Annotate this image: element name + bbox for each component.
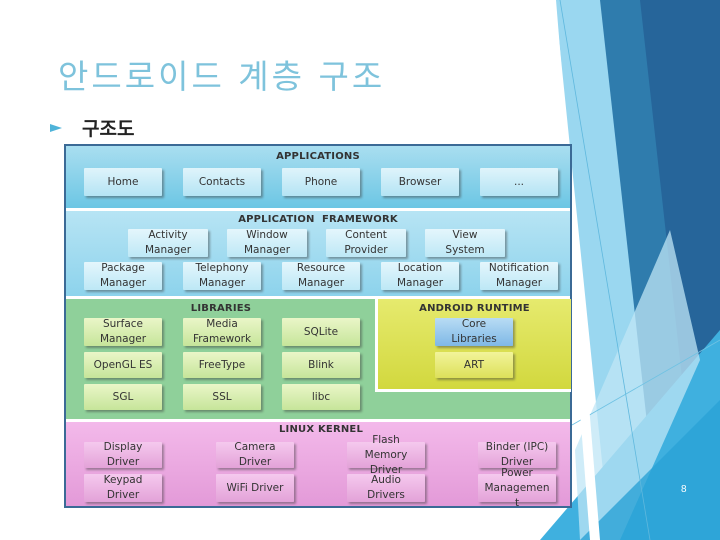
fw-activity-manager: Activity Manager — [128, 229, 208, 257]
application-framework-layer: APPLICATION FRAMEWORK Activity Manager W… — [66, 211, 570, 296]
kernel-binder-ipc-driver: Binder (IPC) Driver — [478, 441, 556, 468]
kernel-power-management: Power Managemen t — [478, 467, 556, 509]
applications-title: APPLICATIONS — [276, 151, 360, 162]
fw-content-provider: Content Provider — [326, 229, 406, 257]
fw-notification-manager: Notification Manager — [480, 262, 558, 290]
android-runtime-layer: ANDROID RUNTIME Core Libraries ART — [375, 299, 571, 392]
fw-resource-manager: Resource Manager — [282, 262, 360, 290]
lib-opengl-es: OpenGL ES — [84, 352, 162, 378]
kernel-flash-memory-driver: Flash Memory Driver — [347, 434, 425, 476]
app-more: ... — [480, 168, 558, 196]
framework-title: APPLICATION FRAMEWORK — [238, 214, 398, 225]
runtime-title: ANDROID RUNTIME — [419, 303, 530, 314]
fw-telephony-manager: Telephony Manager — [183, 262, 261, 290]
lib-ssl: SSL — [183, 384, 261, 410]
runtime-core-libraries: Core Libraries — [435, 318, 513, 346]
app-browser: Browser — [381, 168, 459, 196]
fw-window-manager: Window Manager — [227, 229, 307, 257]
slide-title: 안드로이드 계층 구조 — [58, 57, 386, 96]
android-architecture-diagram: APPLICATIONS Home Contacts Phone Browser… — [64, 144, 572, 509]
lib-freetype: FreeType — [183, 352, 261, 378]
app-home: Home — [84, 168, 162, 196]
lib-libc: libc — [282, 384, 360, 410]
kernel-audio-drivers: Audio Drivers — [347, 474, 425, 502]
kernel-display-driver: Display Driver — [84, 441, 162, 468]
lib-sgl: SGL — [84, 384, 162, 410]
lib-surface-manager: Surface Manager — [84, 318, 162, 346]
kernel-camera-driver: Camera Driver — [216, 441, 294, 468]
fw-package-manager: Package Manager — [84, 262, 162, 290]
app-contacts: Contacts — [183, 168, 261, 196]
applications-layer: APPLICATIONS Home Contacts Phone Browser… — [66, 146, 570, 208]
fw-location-manager: Location Manager — [381, 262, 459, 290]
kernel-keypad-driver: Keypad Driver — [84, 474, 162, 502]
page-number: 8 — [681, 484, 687, 495]
bullet-item: 구조도 — [50, 114, 134, 141]
runtime-art: ART — [435, 352, 513, 378]
app-phone: Phone — [282, 168, 360, 196]
lib-media-framework: Media Framework — [183, 318, 261, 346]
lib-blink: Blink — [282, 352, 360, 378]
linux-kernel-layer: LINUX KERNEL Display Driver Camera Drive… — [66, 422, 570, 509]
libraries-title: LIBRARIES — [190, 303, 252, 314]
kernel-wifi-driver: WiFi Driver — [216, 474, 294, 502]
bullet-arrow-icon — [50, 123, 62, 132]
lib-sqlite: SQLite — [282, 318, 360, 346]
fw-view-system: View System — [425, 229, 505, 257]
bullet-text: 구조도 — [82, 118, 135, 140]
